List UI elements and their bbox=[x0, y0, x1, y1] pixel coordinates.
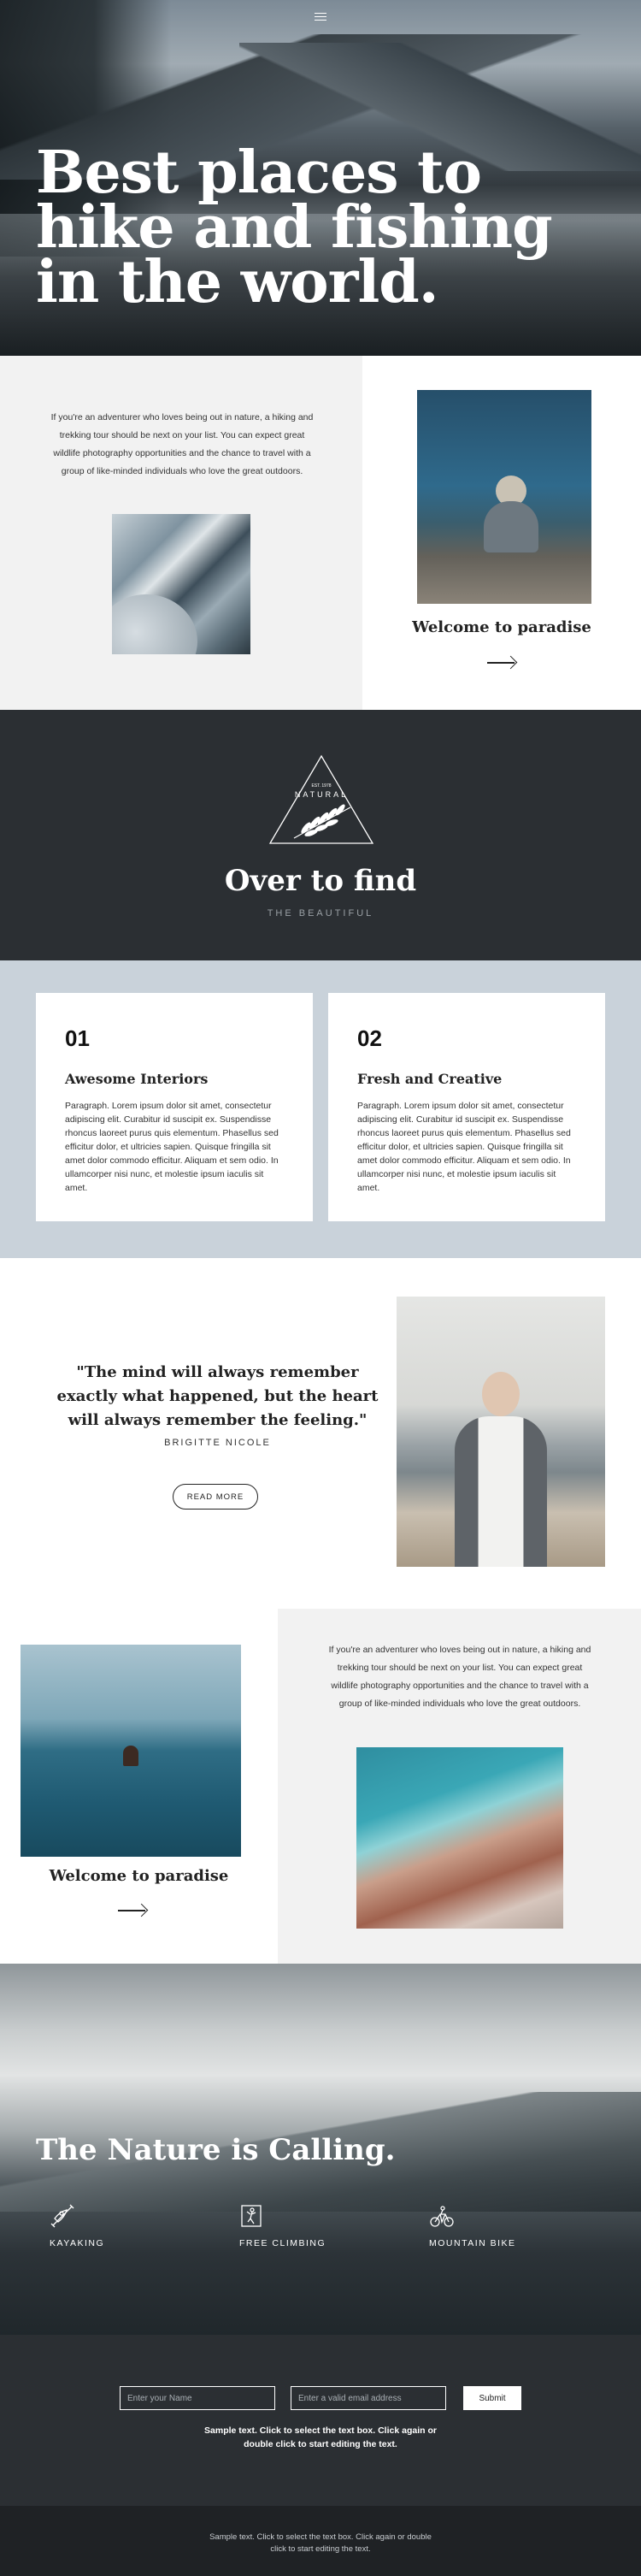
intro-left-panel: If you're an adventurer who loves being … bbox=[0, 356, 362, 710]
activity-label: KAYAKING bbox=[50, 2238, 105, 2248]
feature-number: 02 bbox=[357, 1025, 382, 1051]
nature-heading: The Nature is Calling. bbox=[36, 2133, 396, 2167]
footer-note: Sample text. Click to select the text bo… bbox=[209, 2532, 432, 2554]
brand-heading: Over to find bbox=[224, 864, 417, 898]
hero-section: Best places to hike and fishing in the w… bbox=[0, 0, 641, 356]
second-left-panel: Welcome to paradise bbox=[0, 1609, 278, 1964]
second-right-panel: If you're an adventurer who loves being … bbox=[278, 1609, 641, 1964]
read-more-button[interactable]: READ MORE bbox=[173, 1484, 258, 1510]
infinity-pool-image bbox=[21, 1645, 241, 1857]
bike-icon bbox=[430, 2206, 454, 2227]
arrow-right-icon[interactable] bbox=[487, 655, 518, 670]
rocks-image bbox=[112, 514, 250, 654]
welcome-title: Welcome to paradise bbox=[412, 618, 591, 636]
testimonial-quote: "The mind will always remember exactly w… bbox=[56, 1363, 379, 1429]
logo-est-text: EST. 1978 bbox=[311, 783, 331, 789]
coastline-image bbox=[356, 1747, 563, 1929]
hiker-cliff-image bbox=[417, 390, 591, 604]
leaf-branch-icon bbox=[293, 804, 351, 839]
feature-card: 01 Awesome Interiors Paragraph. Lorem ip… bbox=[36, 993, 313, 1221]
arrow-right-icon[interactable] bbox=[118, 1903, 149, 1917]
testimonial-author: BRIGITTE NICOLE bbox=[164, 1438, 271, 1448]
welcome-title: Welcome to paradise bbox=[49, 1867, 229, 1885]
activity-bike: MOUNTAIN BIKE bbox=[429, 2203, 566, 2248]
name-input[interactable] bbox=[120, 2386, 275, 2410]
hero-title: Best places to hike and fishing in the w… bbox=[36, 139, 553, 316]
natural-logo: EST. 1978 NATURAL bbox=[268, 754, 374, 844]
activity-label: MOUNTAIN BIKE bbox=[429, 2238, 516, 2248]
feature-title: Awesome Interiors bbox=[65, 1071, 209, 1087]
intro-right-panel: Welcome to paradise bbox=[362, 356, 641, 710]
feature-title: Fresh and Creative bbox=[357, 1071, 503, 1087]
brand-section: EST. 1978 NATURAL Over to find THE BEAUT… bbox=[0, 710, 641, 960]
smiling-woman-image bbox=[397, 1297, 605, 1567]
second-paragraph: If you're an adventurer who loves being … bbox=[328, 1645, 591, 1709]
activity-kayaking: KAYAKING bbox=[50, 2203, 186, 2248]
climbing-icon bbox=[241, 2205, 262, 2227]
second-intro-section: Welcome to paradise If you're an adventu… bbox=[0, 1609, 641, 1964]
email-input[interactable] bbox=[291, 2386, 446, 2410]
kayak-icon bbox=[50, 2204, 74, 2228]
intro-section: If you're an adventurer who loves being … bbox=[0, 356, 641, 710]
activity-climbing: FREE CLIMBING bbox=[239, 2203, 376, 2248]
features-section: 01 Awesome Interiors Paragraph. Lorem ip… bbox=[0, 960, 641, 1258]
intro-paragraph: If you're an adventurer who loves being … bbox=[50, 412, 314, 476]
submit-button[interactable]: Submit bbox=[463, 2386, 521, 2410]
form-note: Sample text. Click to select the text bo… bbox=[204, 2425, 437, 2449]
feature-number: 01 bbox=[65, 1025, 90, 1051]
footer: Sample text. Click to select the text bo… bbox=[0, 2506, 641, 2576]
feature-card: 02 Fresh and Creative Paragraph. Lorem i… bbox=[328, 993, 605, 1221]
hamburger-menu-icon[interactable] bbox=[315, 10, 326, 21]
testimonial-section: "The mind will always remember exactly w… bbox=[0, 1258, 641, 1609]
nature-section: The Nature is Calling. KAYAKING FREE CLI… bbox=[0, 1964, 641, 2335]
logo-natural-text: NATURAL bbox=[295, 790, 348, 799]
brand-subheading: THE BEAUTIFUL bbox=[267, 908, 374, 919]
feature-text: Paragraph. Lorem ipsum dolor sit amet, c… bbox=[357, 1101, 571, 1193]
feature-text: Paragraph. Lorem ipsum dolor sit amet, c… bbox=[65, 1101, 279, 1193]
subscribe-section: Submit Sample text. Click to select the … bbox=[0, 2335, 641, 2506]
activity-label: FREE CLIMBING bbox=[239, 2238, 326, 2248]
